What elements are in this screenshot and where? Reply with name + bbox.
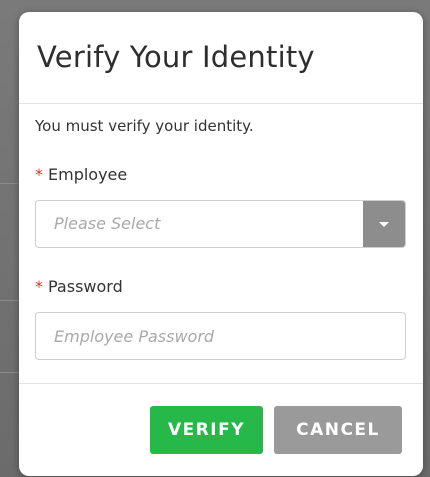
verify-button[interactable]: VERIFY xyxy=(150,406,263,454)
employee-select[interactable]: Please Select xyxy=(35,200,406,248)
password-field-label: * Password xyxy=(35,277,123,296)
employee-select-toggle-button[interactable] xyxy=(363,201,405,247)
dialog-footer: VERIFY CANCEL xyxy=(19,384,423,476)
dialog-header: Verify Your Identity xyxy=(19,12,423,104)
password-label-text: Password xyxy=(48,277,123,296)
verify-identity-dialog: Verify Your Identity You must verify you… xyxy=(19,12,423,476)
required-marker: * xyxy=(35,165,43,184)
chevron-down-icon xyxy=(379,221,389,227)
dialog-intro-text: You must verify your identity. xyxy=(35,117,254,135)
password-input[interactable] xyxy=(35,312,406,360)
employee-select-placeholder: Please Select xyxy=(54,214,161,233)
required-marker: * xyxy=(35,277,43,296)
cancel-button[interactable]: CANCEL xyxy=(274,406,402,454)
dialog-body: You must verify your identity. * Employee… xyxy=(19,104,423,384)
employee-field-label: * Employee xyxy=(35,165,127,184)
dialog-title: Verify Your Identity xyxy=(37,40,315,74)
employee-label-text: Employee xyxy=(48,165,128,184)
